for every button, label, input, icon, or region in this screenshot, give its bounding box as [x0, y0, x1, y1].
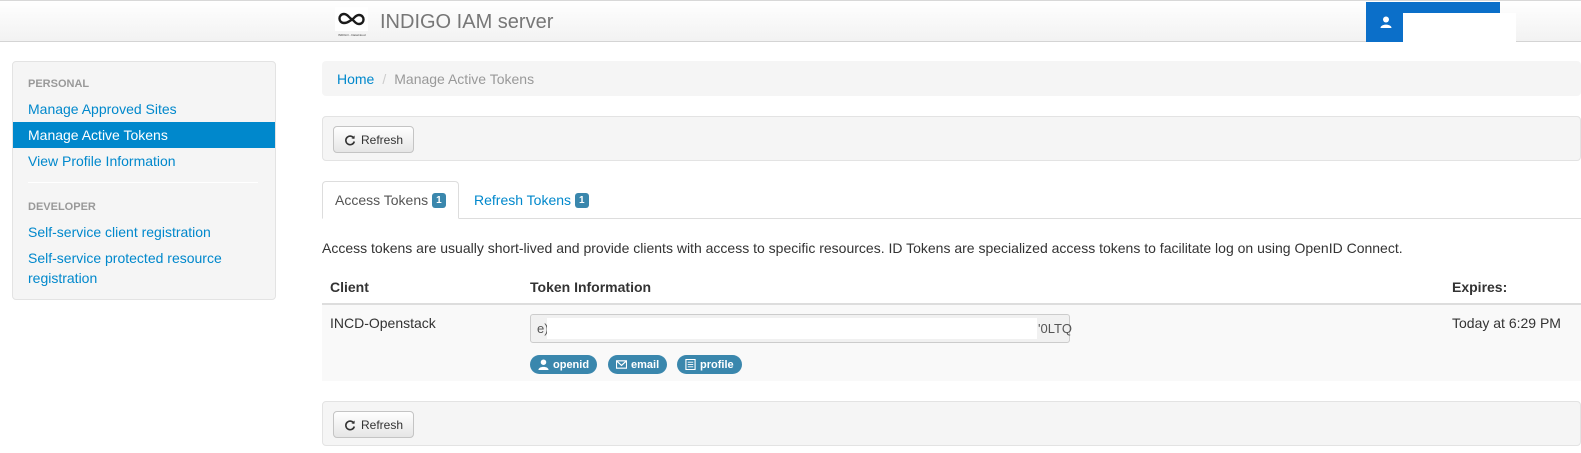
scope-label: profile — [700, 358, 734, 371]
envelope-icon — [616, 360, 627, 369]
indigo-logo-icon: INDIGO - DataCloud — [335, 7, 368, 37]
user-icon — [1380, 16, 1392, 28]
column-header-token-information: Token Information — [530, 279, 652, 295]
sidebar-divider — [28, 182, 258, 183]
refresh-button-top[interactable]: Refresh — [333, 126, 415, 153]
count-badge: 1 — [432, 192, 446, 208]
breadcrumb: Home / Manage Active Tokens — [322, 61, 1581, 96]
tokens-description: Access tokens are usually short-lived an… — [322, 240, 1403, 256]
sidebar-item-label-line1: Self-service protected resource — [28, 250, 222, 266]
tab-access-tokens[interactable]: Access Tokens 1 — [322, 181, 459, 219]
sidebar-item-manage-approved-sites[interactable]: Manage Approved Sites — [13, 99, 275, 119]
refresh-button-label: Refresh — [361, 417, 404, 432]
toolbar-top: Refresh — [322, 116, 1581, 161]
column-header-expires: Expires: — [1452, 279, 1508, 295]
column-header-client: Client — [330, 279, 369, 295]
sidebar-item-protected-resource-registration[interactable]: Self-service protected resource registra… — [13, 248, 275, 288]
token-redaction — [547, 318, 1037, 339]
breadcrumb-current: Manage Active Tokens — [394, 70, 535, 87]
refresh-button-bottom[interactable]: Refresh — [333, 411, 415, 438]
scope-badge-openid: openid — [530, 355, 598, 374]
sidebar-header-personal: PERSONAL — [28, 78, 90, 90]
toolbar-bottom: Refresh — [322, 401, 1581, 446]
sidebar-item-label-line2: registration — [28, 270, 98, 286]
sidebar: PERSONAL Manage Approved Sites Manage Ac… — [12, 61, 276, 300]
refresh-icon — [345, 419, 356, 430]
scope-label: openid — [553, 358, 590, 371]
refresh-icon — [345, 134, 356, 145]
sidebar-item-view-profile-information[interactable]: View Profile Information — [13, 151, 275, 171]
top-navbar: INDIGO - DataCloud INDIGO IAM server — [0, 0, 1581, 49]
token-value-end: '0LTQ — [1038, 321, 1073, 336]
logo-caption: INDIGO - DataCloud — [338, 33, 366, 37]
list-icon — [685, 359, 696, 370]
tab-refresh-tokens[interactable]: Refresh Tokens 1 — [462, 181, 601, 219]
tab-label: Refresh Tokens — [474, 192, 572, 208]
username-redaction — [1403, 13, 1516, 49]
breadcrumb-home-link[interactable]: Home — [337, 71, 374, 87]
scope-badge-profile: profile — [677, 355, 742, 374]
sidebar-item-client-registration[interactable]: Self-service client registration — [13, 222, 275, 242]
sidebar-header-developer: DEVELOPER — [28, 201, 96, 213]
sidebar-item-manage-active-tokens[interactable]: Manage Active Tokens — [13, 122, 275, 148]
tab-label: Access Tokens — [335, 192, 429, 208]
token-tabs: Access Tokens 1 Refresh Tokens 1 — [322, 181, 1581, 219]
app-title: INDIGO IAM server — [380, 11, 554, 33]
breadcrumb-separator: / — [382, 70, 387, 87]
scope-badge-email: email — [608, 355, 668, 374]
brand[interactable]: INDIGO - DataCloud INDIGO IAM server — [335, 7, 553, 37]
count-badge: 1 — [575, 192, 589, 208]
token-expires: Today at 6:29 PM — [1452, 315, 1561, 331]
scope-label: email — [631, 358, 660, 371]
client-name: INCD-Openstack — [330, 315, 436, 331]
refresh-button-label: Refresh — [361, 132, 404, 147]
user-icon — [538, 359, 549, 370]
